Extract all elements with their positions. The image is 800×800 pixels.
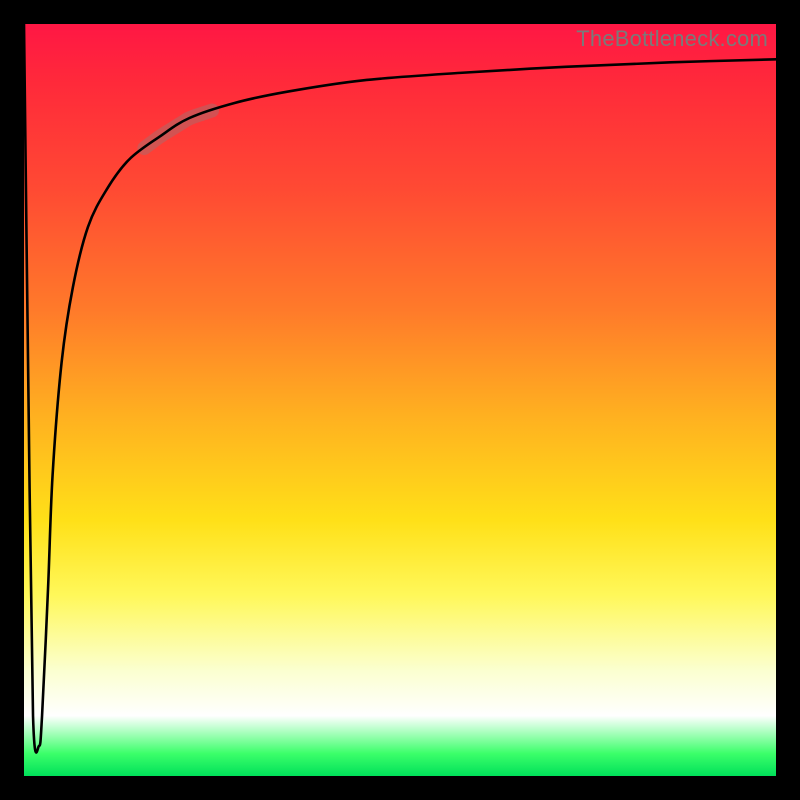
plot-area: TheBottleneck.com: [24, 24, 776, 776]
chart-frame: TheBottleneck.com: [0, 0, 800, 800]
bottleneck-curve: [24, 24, 776, 753]
curve-layer: [24, 24, 776, 776]
curve-highlight-segment: [144, 110, 212, 148]
